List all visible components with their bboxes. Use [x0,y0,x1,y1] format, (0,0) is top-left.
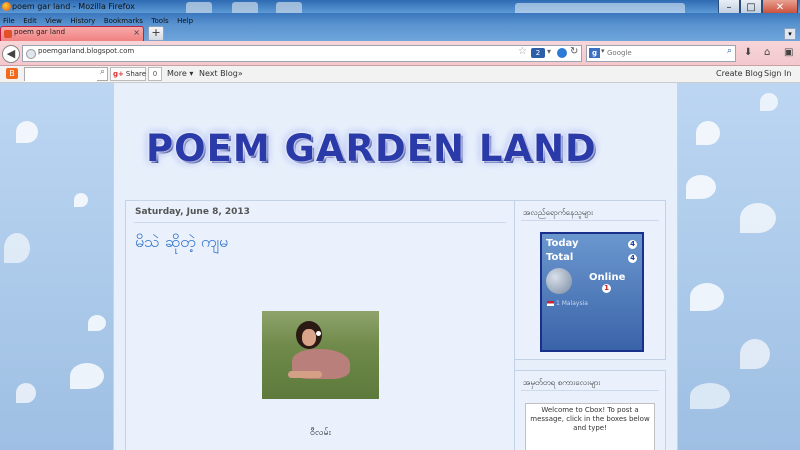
post-photo[interactable] [262,311,379,399]
visitor-country: 1 Malaysia [547,300,588,307]
cbox-panel[interactable]: Welcome to Cbox! To post a message, clic… [525,403,655,450]
widget-title: အလည်ရောက်နေသူများ [523,208,594,217]
widget-title: အမှတ်တရ စကားလေးများ [523,378,601,387]
flower-decoration [88,315,106,331]
new-tab-button[interactable]: + [148,26,164,41]
visitor-country-text: 1 Malaysia [556,300,588,307]
flower-decoration [690,283,724,311]
search-icon[interactable]: ⌕ [727,46,732,56]
blog-title[interactable]: POEM GARDEN LAND [146,127,597,170]
flower-decoration [740,339,770,369]
tab-close-icon[interactable]: × [133,28,140,37]
total-label: Total [546,252,574,263]
flower-decoration [4,233,30,263]
blogger-icon[interactable]: B [6,68,18,79]
today-label: Today [546,238,579,249]
back-button[interactable]: ◀ [2,45,20,63]
flower-decoration [16,383,36,403]
divider [521,390,659,391]
chat-widget: အမှတ်တရ စကားလေးများ Welcome to Cbox! To … [514,370,666,450]
sign-in-link[interactable]: Sign In [764,66,791,81]
tab-strip: poem gar land × [0,25,800,42]
tab-label: poem gar land [14,28,66,36]
online-label: Online [589,272,626,283]
addon-icon[interactable] [557,48,567,58]
visitor-widget: အလည်ရောက်နေသူများ Today 4 Total 4 Online… [514,200,666,360]
firefox-icon [2,2,11,11]
list-tabs-icon[interactable]: ▾ [784,28,796,40]
search-input[interactable] [607,47,717,58]
blog-search[interactable]: ⌕ [24,67,108,82]
post-title[interactable]: မိသဲ ဆိုတဲ့ ကျမ [135,231,228,255]
window-title: poem gar land - Mozilla Firefox [12,2,135,11]
more-menu[interactable]: More ▾ [167,66,193,81]
bookmarks-menu-icon[interactable]: ▣ [784,47,793,58]
blog-content: POEM GARDEN LAND Saturday, June 8, 2013 … [113,83,678,450]
next-blog-link[interactable]: Next Blog» [199,66,243,81]
cbox-message: Welcome to Cbox! To post a message, clic… [530,406,650,432]
bookmark-star-icon[interactable]: ☆ [518,46,527,57]
post-caption: ဝီလမ်း [310,428,331,438]
blog-post: Saturday, June 8, 2013 မိသဲ ဆိုတဲ့ ကျမ ဝ… [125,200,515,450]
menu-bar: File Edit View History Bookmarks Tools H… [0,13,800,25]
history-dropdown-icon[interactable]: ▾ [547,47,551,56]
flower-decoration [690,383,730,409]
navigation-bar: ◀ poemgarland.blogspot.com ☆ 2 ▾ ↻ g ▾ ⌕… [0,41,800,66]
flower-decoration [740,203,776,233]
share-label: Share [125,70,147,78]
globe-icon [546,268,572,294]
engine-dropdown-icon[interactable]: ▾ [601,47,605,55]
visitor-counter[interactable]: Today 4 Total 4 Online 1 1 Malaysia [540,232,644,352]
total-value: 4 [628,254,637,263]
favicon-icon [4,30,12,38]
url-text[interactable]: poemgarland.blogspot.com [38,47,134,55]
flag-icon [547,301,554,306]
online-value: 1 [602,284,611,293]
flower-decoration [74,193,88,207]
blogger-navbar: B ⌕ g+ Share 0 More ▾ Next Blog» Create B… [0,66,800,83]
search-bar[interactable]: g ▾ ⌕ [586,45,736,62]
url-bar[interactable]: poemgarland.blogspot.com ☆ 2 ▾ ↻ [22,45,582,62]
home-icon[interactable]: ⌂ [764,47,770,58]
divider [521,220,659,221]
search-icon[interactable]: ⌕ [100,67,105,77]
today-value: 4 [628,240,637,249]
photo-figure [316,331,321,336]
blog-search-input[interactable] [25,71,97,82]
flower-decoration [70,363,104,389]
tab-active[interactable]: poem gar land × [0,26,144,42]
download-icon[interactable]: ⬇ [744,47,752,58]
addon-badge[interactable]: 2 [531,48,545,58]
share-button[interactable]: g+ Share [110,67,146,81]
site-identity-icon[interactable] [26,49,36,59]
page-background: POEM GARDEN LAND Saturday, June 8, 2013 … [0,83,800,450]
flower-decoration [16,121,38,143]
flower-decoration [696,121,720,145]
flower-decoration [686,175,716,199]
google-icon[interactable]: g [589,48,600,58]
create-blog-link[interactable]: Create Blog [716,66,763,81]
google-plus-icon: g+ [113,70,124,78]
divider [134,222,506,223]
reload-icon[interactable]: ↻ [570,46,578,57]
post-date: Saturday, June 8, 2013 [135,207,250,217]
photo-figure [302,329,316,346]
share-count: 0 [148,67,162,81]
photo-figure [288,371,322,378]
flower-decoration [760,93,778,111]
